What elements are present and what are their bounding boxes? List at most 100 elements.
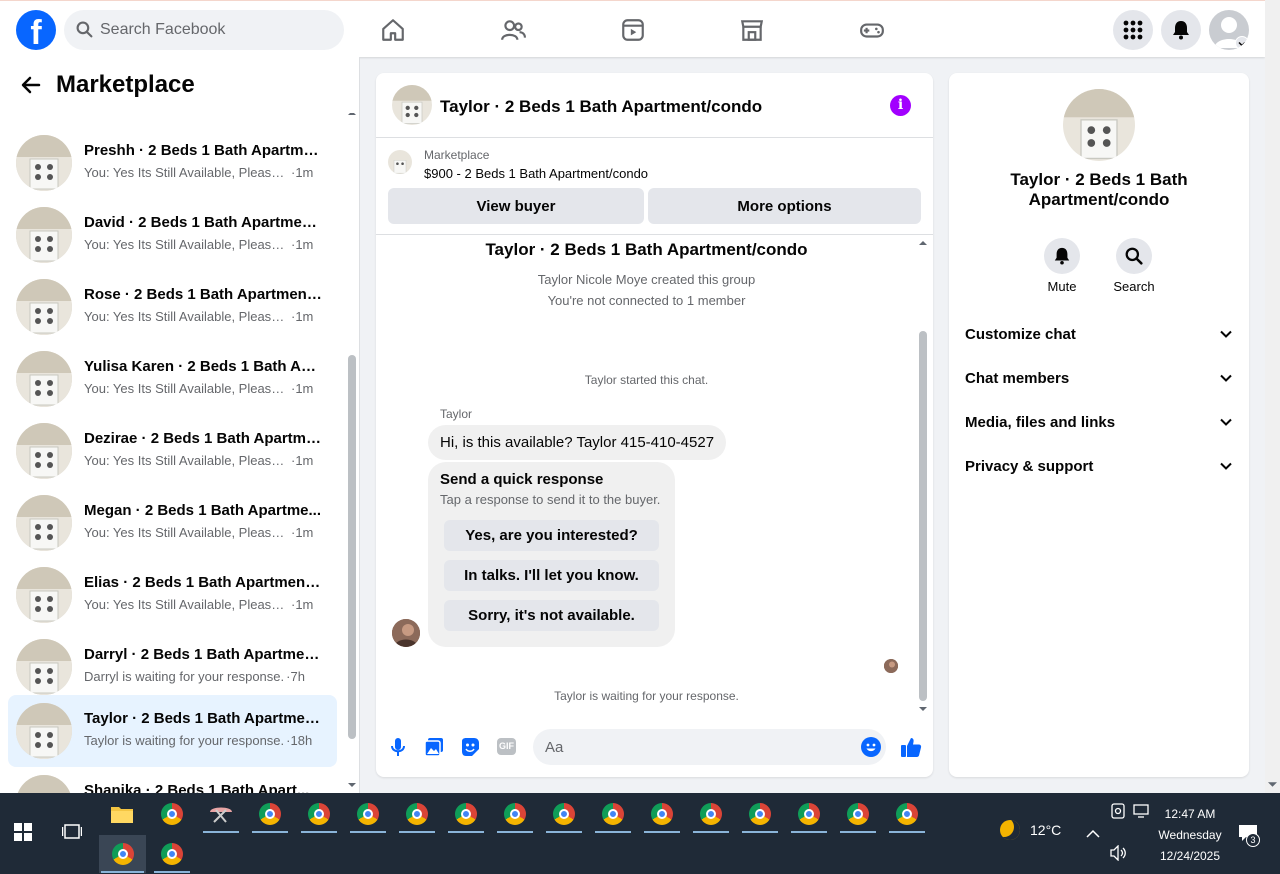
profile-avatar[interactable]	[1209, 10, 1249, 50]
chevron-down-icon[interactable]	[1235, 36, 1249, 50]
system-message: You're not connected to 1 member	[547, 293, 746, 308]
sender-avatar[interactable]	[392, 619, 420, 647]
chrome-profile-icon[interactable]	[250, 795, 290, 833]
action-center-icon[interactable]: 3	[1238, 824, 1260, 847]
more-options-button[interactable]: More options	[648, 188, 921, 224]
chevron-up-icon[interactable]	[1086, 826, 1100, 844]
microphone-icon[interactable]	[386, 735, 410, 759]
group-title: Taylor · 2 Beds 1 Bath Apartment/condo	[485, 240, 808, 259]
back-arrow-icon[interactable]	[20, 74, 42, 101]
clock-time: 12:47 AM	[1164, 807, 1216, 821]
chrome-profile-icon[interactable]	[691, 795, 731, 833]
friends-icon[interactable]	[498, 15, 528, 45]
chrome-profile-icon[interactable]	[740, 795, 780, 833]
thumbs-up-icon[interactable]	[899, 735, 923, 759]
listing-thumbnail	[16, 775, 72, 793]
message-thread[interactable]: Taylor · 2 Beds 1 Bath Apartment/condo T…	[376, 236, 933, 715]
quick-reply-button[interactable]: In talks. I'll let you know.	[444, 560, 659, 591]
conversation-preview: You: Yes Its Still Available, Please S..…	[84, 165, 314, 180]
chrome-profile-icon[interactable]	[495, 795, 535, 833]
search-in-chat-button[interactable]: Search	[1104, 238, 1164, 294]
network-icon[interactable]	[1133, 803, 1151, 824]
chat-members-row[interactable]: Chat members	[957, 357, 1241, 401]
quick-reply-button[interactable]: Sorry, it's not available.	[444, 600, 659, 631]
system-message: Taylor started this chat.	[584, 373, 709, 387]
menu-grid-button[interactable]	[1113, 10, 1153, 50]
video-icon[interactable]	[618, 15, 648, 45]
conversation-item[interactable]: Dezirae · 2 Beds 1 Bath Apartme... You: …	[8, 415, 337, 487]
chat-avatar[interactable]	[392, 85, 432, 125]
chrome-profile-icon[interactable]	[642, 795, 682, 833]
chat-title[interactable]: Taylor · 2 Beds 1 Bath Apartment/condo	[440, 97, 762, 117]
row-label: Chat members	[965, 370, 1070, 387]
facebook-logo[interactable]: f	[16, 10, 56, 50]
conversation-item[interactable]: Megan · 2 Beds 1 Bath Apartme... You: Ye…	[8, 487, 337, 559]
quick-response-card: Send a quick response Tap a response to …	[428, 462, 675, 647]
chrome-profile-icon[interactable]	[789, 795, 829, 833]
chrome-profile-icon[interactable]	[887, 795, 927, 833]
sidebar-scrollbar[interactable]	[346, 109, 358, 793]
conversation-item[interactable]: David · 2 Beds 1 Bath Apartment... You: …	[8, 199, 337, 271]
scrollbar-thumb[interactable]	[348, 355, 356, 739]
photo-icon[interactable]	[422, 735, 446, 759]
view-buyer-button[interactable]: View buyer	[388, 188, 644, 224]
conversation-name: Preshh · 2 Beds 1 Bath Apartmen...	[84, 142, 324, 159]
notifications-button[interactable]	[1161, 10, 1201, 50]
snipping-tool-icon[interactable]	[201, 795, 241, 833]
listing-price[interactable]: $900 - 2 Beds 1 Bath Apartment/condo	[424, 166, 648, 181]
conversation-item[interactable]: Elias · 2 Beds 1 Bath Apartment/... You:…	[8, 559, 337, 631]
clock[interactable]: 12:47 AM Wednesday 12/24/2025	[1150, 804, 1230, 867]
volume-icon[interactable]	[1110, 844, 1128, 866]
privacy-support-row[interactable]: Privacy & support	[957, 445, 1241, 489]
search-box[interactable]	[64, 10, 344, 50]
chrome-profile-icon[interactable]	[348, 795, 388, 833]
media-files-links-row[interactable]: Media, files and links	[957, 401, 1241, 445]
chrome-profile-icon[interactable]	[544, 795, 584, 833]
listing-thumbnail	[16, 567, 72, 623]
customize-chat-row[interactable]: Customize chat	[957, 313, 1241, 357]
sticker-icon[interactable]	[458, 735, 482, 759]
chrome-profile-icon[interactable]	[446, 795, 486, 833]
mute-button[interactable]: Mute	[1032, 238, 1092, 294]
quick-reply-button[interactable]: Yes, are you interested?	[444, 520, 659, 551]
chrome-profile-icon[interactable]	[152, 835, 192, 873]
chrome-profile-icon[interactable]	[397, 795, 437, 833]
windows-start-icon[interactable]	[14, 823, 32, 846]
conversation-preview: You: Yes Its Still Available, Please S..…	[84, 381, 314, 396]
search-input[interactable]	[100, 10, 330, 50]
conversation-name: Shanika · 2 Beds 1 Bath Apart...	[84, 782, 310, 793]
chat-avatar-large[interactable]	[1063, 89, 1135, 161]
scrollbar-thumb[interactable]	[919, 331, 927, 701]
emoji-icon[interactable]	[861, 737, 881, 757]
conversation-item[interactable]: Shanika · 2 Beds 1 Bath Apart...	[8, 767, 337, 793]
marketplace-icon[interactable]	[737, 15, 767, 45]
gaming-icon[interactable]	[857, 15, 887, 45]
chrome-profile-icon[interactable]	[593, 795, 633, 833]
conversation-item[interactable]: Yulisa Karen · 2 Beds 1 Bath Apa... You:…	[8, 343, 337, 415]
chrome-profile-icon[interactable]	[838, 795, 878, 833]
conversation-item[interactable]: Rose · 2 Beds 1 Bath Apartment/... You: …	[8, 271, 337, 343]
message-bubble[interactable]: Hi, is this available? Taylor 415-410-45…	[428, 425, 727, 460]
home-icon[interactable]	[378, 15, 408, 45]
conversation-item[interactable]: Darryl · 2 Beds 1 Bath Apartmen... Darry…	[8, 631, 337, 703]
conversation-item[interactable]: Preshh · 2 Beds 1 Bath Apartmen... You: …	[8, 127, 337, 199]
file-explorer-icon[interactable]	[102, 795, 142, 833]
weather-widget[interactable]: 12°C	[1000, 820, 1061, 840]
message-input[interactable]	[545, 729, 845, 765]
chrome-icon[interactable]	[152, 795, 192, 833]
chrome-profile-icon-active[interactable]	[99, 835, 146, 873]
conversation-preview: You: Yes Its Still Available, Please S..…	[84, 309, 314, 324]
conversation-item-active[interactable]: Taylor · 2 Beds 1 Bath Apartment... Tayl…	[8, 695, 337, 767]
chrome-profile-icon[interactable]	[299, 795, 339, 833]
gif-icon[interactable]: GIF	[497, 738, 516, 755]
chat-scrollbar[interactable]	[917, 239, 929, 715]
meet-now-icon[interactable]	[1111, 803, 1125, 824]
message-input-box[interactable]	[533, 729, 886, 765]
quick-response-subtitle: Tap a response to send it to the buyer.	[440, 492, 661, 507]
conversation-preview: You: Yes Its Still Available, Please S..…	[84, 525, 314, 540]
task-view-icon[interactable]	[61, 823, 83, 846]
window-scrollbar[interactable]	[1265, 0, 1280, 793]
conversation-name: Elias · 2 Beds 1 Bath Apartment/...	[84, 574, 324, 591]
search-icon	[76, 21, 93, 43]
info-icon[interactable]: i	[890, 95, 911, 116]
